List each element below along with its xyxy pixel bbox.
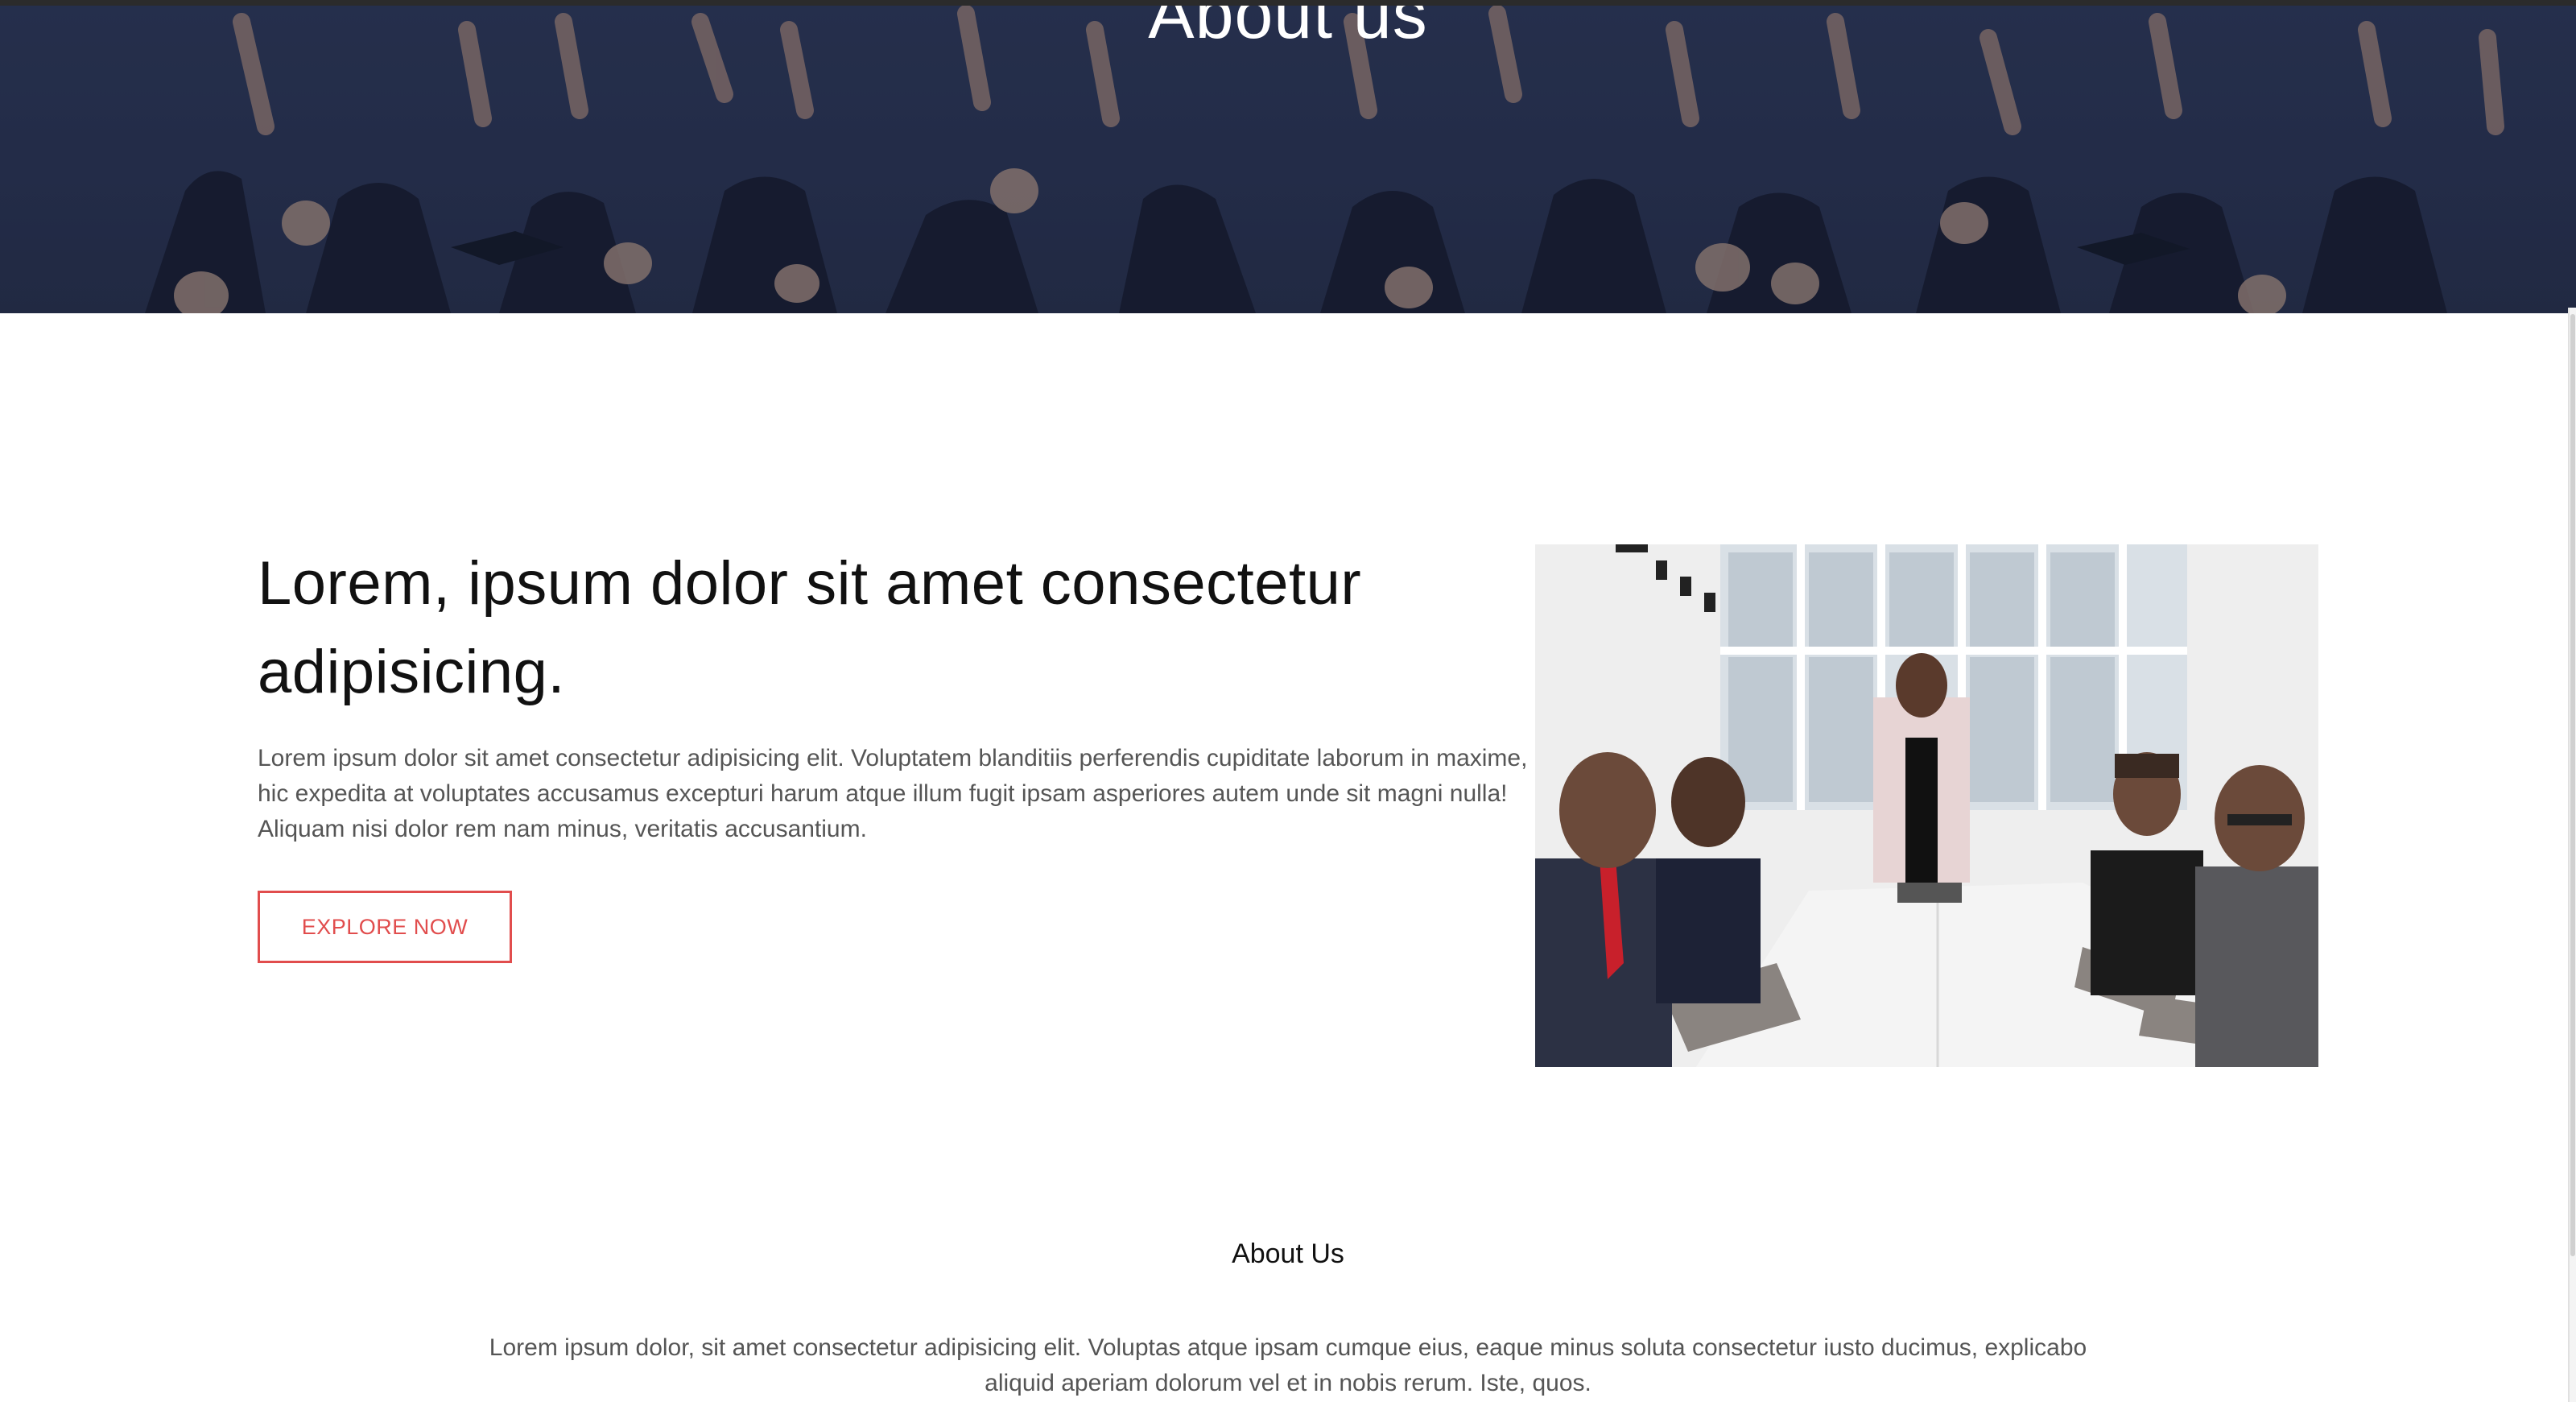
explore-now-button[interactable]: EXPLORE NOW <box>258 891 512 963</box>
intro-title: Lorem, ipsum dolor sit amet consectetur … <box>258 549 1362 706</box>
about-us-text: Lorem ipsum dolor, sit amet consectetur … <box>489 1334 2087 1396</box>
hero-title: About us <box>1148 6 1428 53</box>
about-us-heading: About Us <box>1232 1239 1344 1269</box>
page: About us Lorem, ipsum dolor sit amet con… <box>0 0 2576 1402</box>
scrollbar-thumb[interactable] <box>2570 314 2575 1256</box>
top-border <box>0 0 2576 6</box>
hero-banner: About us <box>0 6 2576 313</box>
business-meeting-photo-icon <box>1535 544 2318 1067</box>
intro-section: Lorem, ipsum dolor sit amet consectetur … <box>258 540 1530 847</box>
intro-text: Lorem ipsum dolor sit amet consectetur a… <box>258 745 1528 842</box>
